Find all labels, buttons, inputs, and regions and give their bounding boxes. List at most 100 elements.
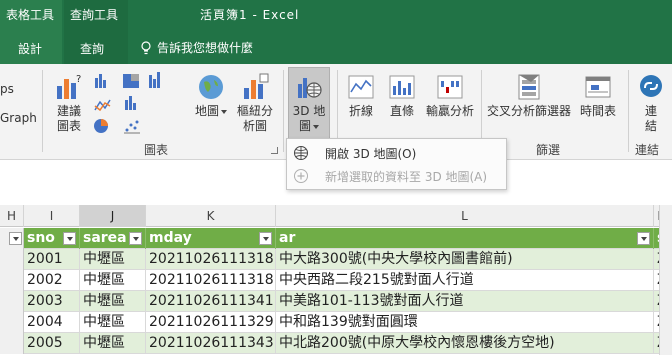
cell-mday[interactable]: 20211026111318 [146, 249, 276, 270]
pivot-chart-label: 樞紐分析圖 [237, 104, 274, 133]
cell-sno[interactable]: 2005 [24, 333, 80, 354]
column-header-h[interactable]: H [0, 205, 24, 227]
cell-sarea[interactable]: 中壢區 [80, 249, 146, 270]
row-number[interactable] [0, 333, 24, 354]
table-row: 2005 中壢區 20211026111343 中北路200號(中原大學校內懷恩… [0, 333, 672, 354]
sparkline-line-icon [348, 75, 374, 99]
cell-mday[interactable]: 20211026111341 [146, 291, 276, 312]
filter-dropdown-icon[interactable] [63, 232, 76, 245]
group-separator [628, 70, 629, 152]
header-label: sarea [83, 230, 127, 246]
pivot-chart-icon [244, 73, 269, 99]
cell-mday[interactable]: 20211026111329 [146, 312, 276, 333]
globe-icon [294, 146, 308, 160]
3d-map-button[interactable]: 3D 地 圖 [288, 67, 330, 139]
recommended-charts-label: 建議圖表 [56, 104, 81, 133]
ribbon-partial-label-2: Graph [0, 111, 37, 125]
menu-item-open-3d-map[interactable]: 開啟 3D 地圖(O) [287, 142, 506, 164]
menu-item-open-3d-map-label: 開啟 3D 地圖(O) [325, 146, 417, 161]
timeline-icon [585, 76, 611, 98]
group-separator [283, 70, 284, 152]
header-label: ar [279, 230, 296, 246]
maps-button[interactable]: 地圖 [192, 72, 230, 119]
filter-dropdown-icon[interactable] [259, 232, 272, 245]
column-header-l[interactable]: L [276, 205, 654, 227]
scatter-chart-icon[interactable] [124, 120, 140, 134]
sparkline-winloss-button[interactable]: 輸贏分析 [424, 72, 476, 119]
sparkline-winloss-icon [437, 75, 463, 99]
svg-text:?: ? [76, 74, 81, 85]
group-label-links: 連結 [635, 143, 660, 157]
3d-map-label-2: 圖 [298, 119, 311, 133]
statistic-chart-icon[interactable] [125, 96, 136, 110]
table-header-row: sno sarea mday ar sa [0, 228, 672, 249]
cell-mday[interactable]: 20211026111318 [146, 270, 276, 291]
row-number[interactable] [0, 270, 24, 291]
chevron-down-icon [313, 124, 319, 129]
3d-map-label-2-wrap: 圖 [289, 119, 329, 134]
cell-sarea[interactable]: 中壢區 [80, 270, 146, 291]
table-row: 2004 中壢區 20211026111329 中和路139號對面圓環 Zh [0, 312, 672, 333]
timeline-button[interactable]: 時間表 [576, 72, 620, 119]
maps-label: 地圖 [194, 104, 219, 118]
3d-map-label-1: 3D 地 [292, 104, 326, 118]
tell-me-search[interactable]: 告訴我您想做什麼 [140, 39, 253, 56]
cell-ar[interactable]: 中和路139號對面圓環 [276, 312, 654, 333]
cell-sarea[interactable]: 中壢區 [80, 312, 146, 333]
cell-ar[interactable]: 中央西路二段215號對面人行道 [276, 270, 654, 291]
header-label: sno [27, 230, 55, 246]
row-number[interactable] [0, 291, 24, 312]
context-tab-table-tools: 表格工具 [6, 8, 55, 22]
slicer-icon [518, 74, 540, 100]
cell-ar[interactable]: 中大路300號(中央大學校內圖書館前) [276, 249, 654, 270]
sparkline-line-button[interactable]: 折線 [343, 72, 379, 119]
pie-chart-icon[interactable] [94, 119, 108, 133]
dialog-launcher-icon[interactable] [271, 147, 278, 154]
link-label: 連結 [644, 104, 657, 133]
sparkline-line-label: 折線 [348, 104, 373, 118]
filter-dropdown-icon[interactable] [129, 232, 142, 245]
chevron-down-icon [221, 109, 227, 114]
context-tab-query-tools: 查詢工具 [70, 8, 119, 22]
cell-mday[interactable]: 20211026111343 [146, 333, 276, 354]
header-cell-mday: mday [146, 228, 276, 249]
cell-ar[interactable]: 中美路101-113號對面人行道 [276, 291, 654, 312]
header-cell-ar: ar [276, 228, 654, 249]
add-circle-icon [294, 169, 308, 183]
tab-query[interactable]: 查詢 [80, 40, 104, 57]
vertical-scrollbar[interactable] [659, 205, 672, 355]
column-header-j[interactable]: J [80, 205, 146, 227]
pivot-chart-button[interactable]: 樞紐分析圖 [232, 72, 278, 134]
sparkline-column-icon [389, 75, 415, 99]
column-header-i[interactable]: I [24, 205, 80, 227]
ribbon-partial-label-1: ps [0, 82, 14, 96]
slicer-button[interactable]: 交叉分析篩選器 [484, 72, 574, 119]
cell-sno[interactable]: 2001 [24, 249, 80, 270]
column-chart-icon[interactable] [95, 74, 106, 88]
cell-sno[interactable]: 2002 [24, 270, 80, 291]
column-header-k[interactable]: K [146, 205, 276, 227]
hierarchy-chart-icon[interactable] [123, 74, 139, 88]
recommended-charts-button[interactable]: ? 建議圖表 [50, 72, 88, 134]
link-button[interactable]: 連結 [634, 72, 668, 134]
tab-design[interactable]: 設計 [18, 40, 42, 57]
row-number[interactable] [0, 249, 24, 270]
tell-me-label: 告訴我您想做什麼 [157, 41, 254, 55]
filter-dropdown-icon[interactable] [637, 232, 650, 245]
cell-sno[interactable]: 2003 [24, 291, 80, 312]
filter-dropdown-icon[interactable] [9, 232, 22, 245]
bar-chart-icon[interactable] [149, 72, 160, 88]
3d-map-icon [298, 78, 322, 98]
cell-ar[interactable]: 中北路200號(中原大學校內懷恩樓後方空地) [276, 333, 654, 354]
cell-sno[interactable]: 2004 [24, 312, 80, 333]
window-title: 活頁簿1 - Excel [200, 8, 300, 22]
table-row: 2003 中壢區 20211026111341 中美路101-113號對面人行道… [0, 291, 672, 312]
sparkline-winloss-label: 輸贏分析 [425, 104, 474, 118]
3d-map-dropdown: 開啟 3D 地圖(O) 新增選取的資料至 3D 地圖(A) [286, 138, 507, 190]
row-number[interactable] [0, 312, 24, 333]
line-chart-icon[interactable] [94, 99, 111, 112]
sparkline-column-button[interactable]: 直條 [384, 72, 420, 119]
cell-sarea[interactable]: 中壢區 [80, 291, 146, 312]
group-label-filters: 篩選 [536, 143, 561, 157]
cell-sarea[interactable]: 中壢區 [80, 333, 146, 354]
